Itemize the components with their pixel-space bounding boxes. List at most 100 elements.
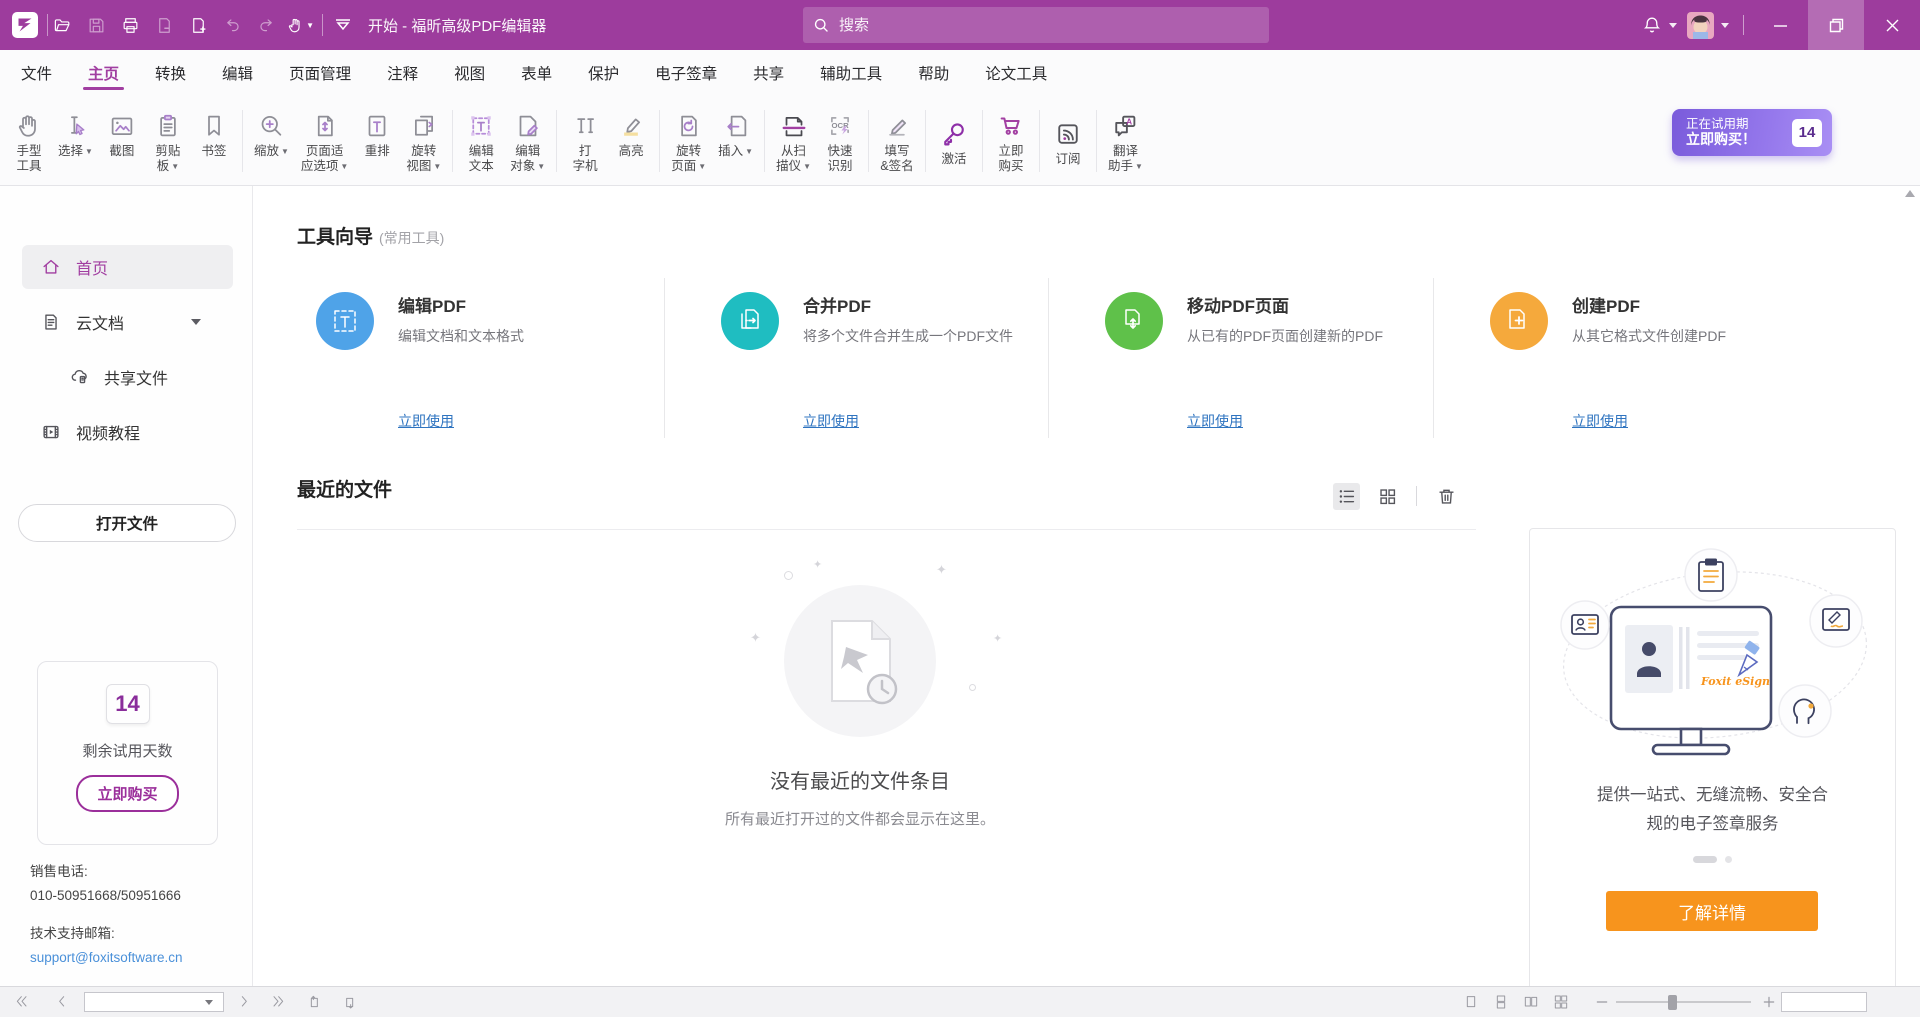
menu-item-page-manage[interactable]: 页面管理 — [288, 50, 352, 96]
customize-toolbar-icon[interactable] — [334, 17, 352, 33]
zoom-level-input[interactable] — [1782, 993, 1866, 1011]
menu-item-view[interactable]: 视图 — [453, 50, 486, 96]
restore-button[interactable] — [1808, 0, 1864, 50]
learn-more-button[interactable]: 了解详情 — [1606, 891, 1818, 931]
facing-continuous-button[interactable] — [1549, 991, 1573, 1013]
ribbon-button-activate[interactable]: 激活 — [931, 115, 977, 167]
tool-card-use-now-link[interactable]: 立即使用 — [1187, 411, 1243, 431]
prev-view-button[interactable] — [302, 991, 326, 1013]
first-page-button[interactable] — [10, 991, 34, 1013]
next-view-button[interactable] — [338, 991, 362, 1013]
ribbon-button-clipboard[interactable]: 剪贴板▼ — [145, 107, 191, 175]
clear-recent-button[interactable] — [1433, 483, 1460, 510]
page-number-caret-icon — [205, 1000, 213, 1005]
tool-card-use-now-link[interactable]: 立即使用 — [803, 411, 859, 431]
facing-button[interactable] — [1519, 991, 1543, 1013]
ribbon-button-rotate-view[interactable]: 旋转视图▼ — [400, 107, 447, 175]
zoom-out-button[interactable] — [1590, 991, 1614, 1013]
scroll-up-arrow-icon[interactable] — [1905, 190, 1915, 197]
tool-card-use-now-link[interactable]: 立即使用 — [1572, 411, 1628, 431]
tool-card-use-now-link[interactable]: 立即使用 — [398, 411, 454, 431]
sidebar-item-cloud-docs[interactable]: 云文档 — [22, 300, 233, 344]
carousel-dot[interactable] — [1725, 856, 1732, 863]
menu-item-form[interactable]: 表单 — [520, 50, 553, 96]
menu-item-paper-tools[interactable]: 论文工具 — [984, 50, 1048, 96]
ribbon-label-text: 编辑 — [515, 144, 540, 158]
ribbon-label-text: 高亮 — [619, 144, 644, 158]
close-button[interactable] — [1864, 0, 1920, 50]
carousel-dots[interactable] — [1530, 856, 1895, 863]
zoom-level-box[interactable] — [1781, 992, 1867, 1012]
redo-button[interactable] — [252, 9, 280, 41]
ribbon-button-subscribe[interactable]: 订阅 — [1045, 115, 1091, 167]
support-email-link[interactable]: support@foxitsoftware.cn — [30, 946, 183, 970]
export-page-button[interactable] — [150, 9, 178, 41]
page-number-box[interactable] — [84, 992, 224, 1012]
ribbon-group-divider — [982, 110, 983, 172]
sidebar-item-label: 首页 — [76, 255, 108, 279]
ribbon-button-highlight[interactable]: 高亮 — [608, 107, 654, 159]
ribbon-button-reflow[interactable]: 重排 — [354, 107, 400, 159]
ribbon-button-translate-assistant[interactable]: A翻译助手▼ — [1102, 107, 1149, 175]
tool-card-title: 编辑PDF — [398, 292, 466, 317]
dropdown-caret-icon: ▼ — [340, 159, 348, 174]
menu-item-help[interactable]: 帮助 — [917, 50, 950, 96]
sidebar-item-home[interactable]: 首页 — [22, 245, 233, 289]
menu-item-home[interactable]: 主页 — [87, 50, 120, 96]
menu-item-comment[interactable]: 注释 — [386, 50, 419, 96]
grid-view-button[interactable] — [1374, 483, 1401, 510]
ribbon-button-hand-tool[interactable]: 手型工具 — [6, 107, 52, 174]
sidebar-item-video-tutorials[interactable]: 视频教程 — [22, 410, 233, 454]
ribbon-button-fit-page-options[interactable]: 页面适应选项▼ — [295, 107, 354, 175]
prev-page-button[interactable] — [50, 991, 74, 1013]
hand-pointer-button[interactable]: ▼ — [286, 9, 314, 41]
trial-banner[interactable]: 正在试用期 立即购买！ 14 — [1672, 109, 1832, 156]
search-bar[interactable] — [803, 7, 1269, 43]
menu-item-share[interactable]: 共享 — [752, 50, 785, 96]
ribbon-button-typewriter[interactable]: 打字机 — [562, 107, 608, 174]
zoom-in-button[interactable] — [1757, 991, 1781, 1013]
ribbon-button-bookmark[interactable]: 书签 — [191, 107, 237, 159]
undo-button[interactable] — [218, 9, 246, 41]
ribbon-button-select[interactable]: 选择▼ — [52, 107, 99, 160]
ribbon-button-from-scanner[interactable]: 从扫描仪▼ — [770, 107, 817, 175]
single-page-button[interactable] — [1459, 991, 1483, 1013]
ribbon-button-quick-ocr[interactable]: OCR快速识别 — [817, 107, 863, 174]
ribbon-button-fill-sign[interactable]: 填写&签名 — [874, 107, 920, 174]
buy-now-button[interactable]: 立即购买 — [76, 775, 178, 812]
continuous-button[interactable] — [1489, 991, 1513, 1013]
zoom-slider-handle[interactable] — [1668, 995, 1677, 1010]
new-page-button[interactable] — [184, 9, 212, 41]
rss-icon — [1053, 119, 1083, 149]
ribbon-button-buy-now[interactable]: 立即购买 — [988, 107, 1034, 174]
minimize-button[interactable] — [1752, 0, 1808, 50]
zoom-slider-track[interactable] — [1616, 1001, 1751, 1003]
ribbon-button-edit-object[interactable]: 编辑对象▼ — [504, 107, 551, 175]
menu-item-convert[interactable]: 转换 — [154, 50, 187, 96]
next-page-button[interactable] — [232, 991, 256, 1013]
menu-item-file[interactable]: 文件 — [20, 50, 53, 96]
print-button[interactable] — [116, 9, 144, 41]
search-input[interactable] — [839, 17, 1239, 34]
ribbon-button-insert[interactable]: 插入▼ — [712, 107, 759, 160]
notifications-button[interactable] — [1642, 15, 1677, 35]
open-folder-button[interactable] — [48, 9, 76, 41]
menu-item-accessibility[interactable]: 辅助工具 — [819, 50, 883, 96]
ribbon-button-edit-text[interactable]: 编辑文本 — [458, 107, 504, 174]
ribbon-button-snapshot[interactable]: 截图 — [99, 107, 145, 159]
fit-page-icon — [310, 111, 340, 141]
menu-item-protect[interactable]: 保护 — [587, 50, 620, 96]
menu-item-edit[interactable]: 编辑 — [221, 50, 254, 96]
last-page-button[interactable] — [266, 991, 290, 1013]
menu-item-esign[interactable]: 电子签章 — [654, 50, 718, 96]
save-button[interactable] — [82, 9, 110, 41]
open-file-button[interactable]: 打开文件 — [18, 504, 236, 542]
list-view-button[interactable] — [1333, 483, 1360, 510]
page-number-input[interactable] — [85, 995, 203, 1009]
ribbon-button-zoom[interactable]: 缩放▼ — [248, 107, 295, 160]
carousel-dot-active[interactable] — [1693, 856, 1717, 863]
account-button[interactable] — [1687, 12, 1729, 39]
ribbon-button-rotate-pages[interactable]: 旋转页面▼ — [665, 107, 712, 175]
sidebar-item-shared-files[interactable]: 共享文件 — [22, 355, 233, 399]
restore-icon — [1828, 17, 1845, 34]
